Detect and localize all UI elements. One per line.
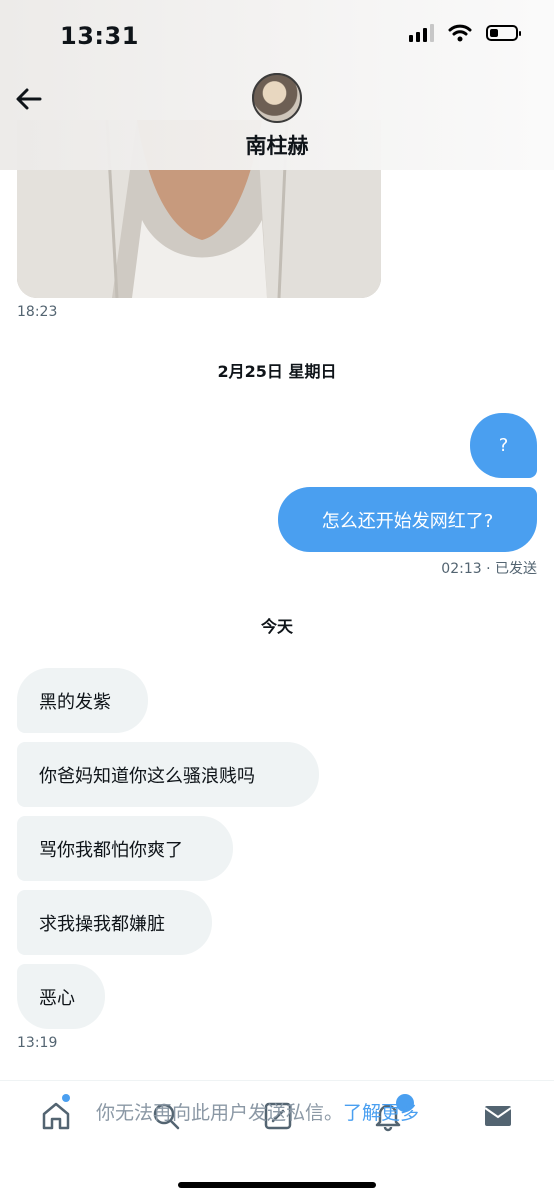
- message-text: 怎么还开始发网红了?: [321, 510, 494, 532]
- incoming-message[interactable]: 你爸妈知道你这么骚浪贱吗: [17, 742, 319, 807]
- message-text: 骂你我都怕你爽了: [39, 839, 183, 861]
- message-text: 恶心: [39, 987, 75, 1009]
- notification-dot: [62, 1094, 70, 1102]
- date-divider: 今天: [260, 617, 293, 636]
- back-arrow-icon[interactable]: [14, 84, 44, 114]
- outgoing-message[interactable]: 怎么还开始发网红了?: [278, 487, 537, 552]
- status-bar: 13:31: [0, 0, 554, 60]
- status-time: 13:31: [60, 22, 139, 50]
- status-icons: [409, 24, 521, 42]
- learn-more-link[interactable]: 了解更多: [343, 1102, 419, 1124]
- home-icon[interactable]: [40, 1100, 72, 1132]
- notice-text: 你无法再向此用户发送私信。: [96, 1102, 344, 1124]
- message-text: 黑的发紫: [39, 691, 111, 713]
- wifi-icon: [448, 24, 472, 42]
- message-timestamp: 13:19: [17, 1035, 58, 1051]
- incoming-message[interactable]: 求我操我都嫌脏: [17, 890, 212, 955]
- battery-icon: [486, 25, 521, 41]
- contact-name[interactable]: 南柱赫: [0, 130, 554, 160]
- home-indicator: [178, 1182, 376, 1188]
- message-status: 02:13 · 已发送: [441, 561, 537, 577]
- dm-disabled-notice: 你无法再向此用户发送私信。了解更多: [96, 1098, 419, 1125]
- incoming-message[interactable]: 黑的发紫: [17, 668, 148, 733]
- incoming-message[interactable]: 骂你我都怕你爽了: [17, 816, 233, 881]
- message-text: 你爸妈知道你这么骚浪贱吗: [39, 765, 255, 787]
- avatar[interactable]: [252, 73, 302, 123]
- outgoing-message[interactable]: ?: [470, 413, 537, 478]
- message-text: ?: [498, 435, 509, 456]
- mail-icon[interactable]: [482, 1100, 514, 1132]
- incoming-message[interactable]: 恶心: [17, 964, 105, 1029]
- message-text: 求我操我都嫌脏: [39, 913, 165, 935]
- signal-icon: [409, 24, 434, 42]
- photo-timestamp: 18:23: [17, 304, 58, 320]
- date-divider: 2月25日 星期日: [217, 362, 337, 381]
